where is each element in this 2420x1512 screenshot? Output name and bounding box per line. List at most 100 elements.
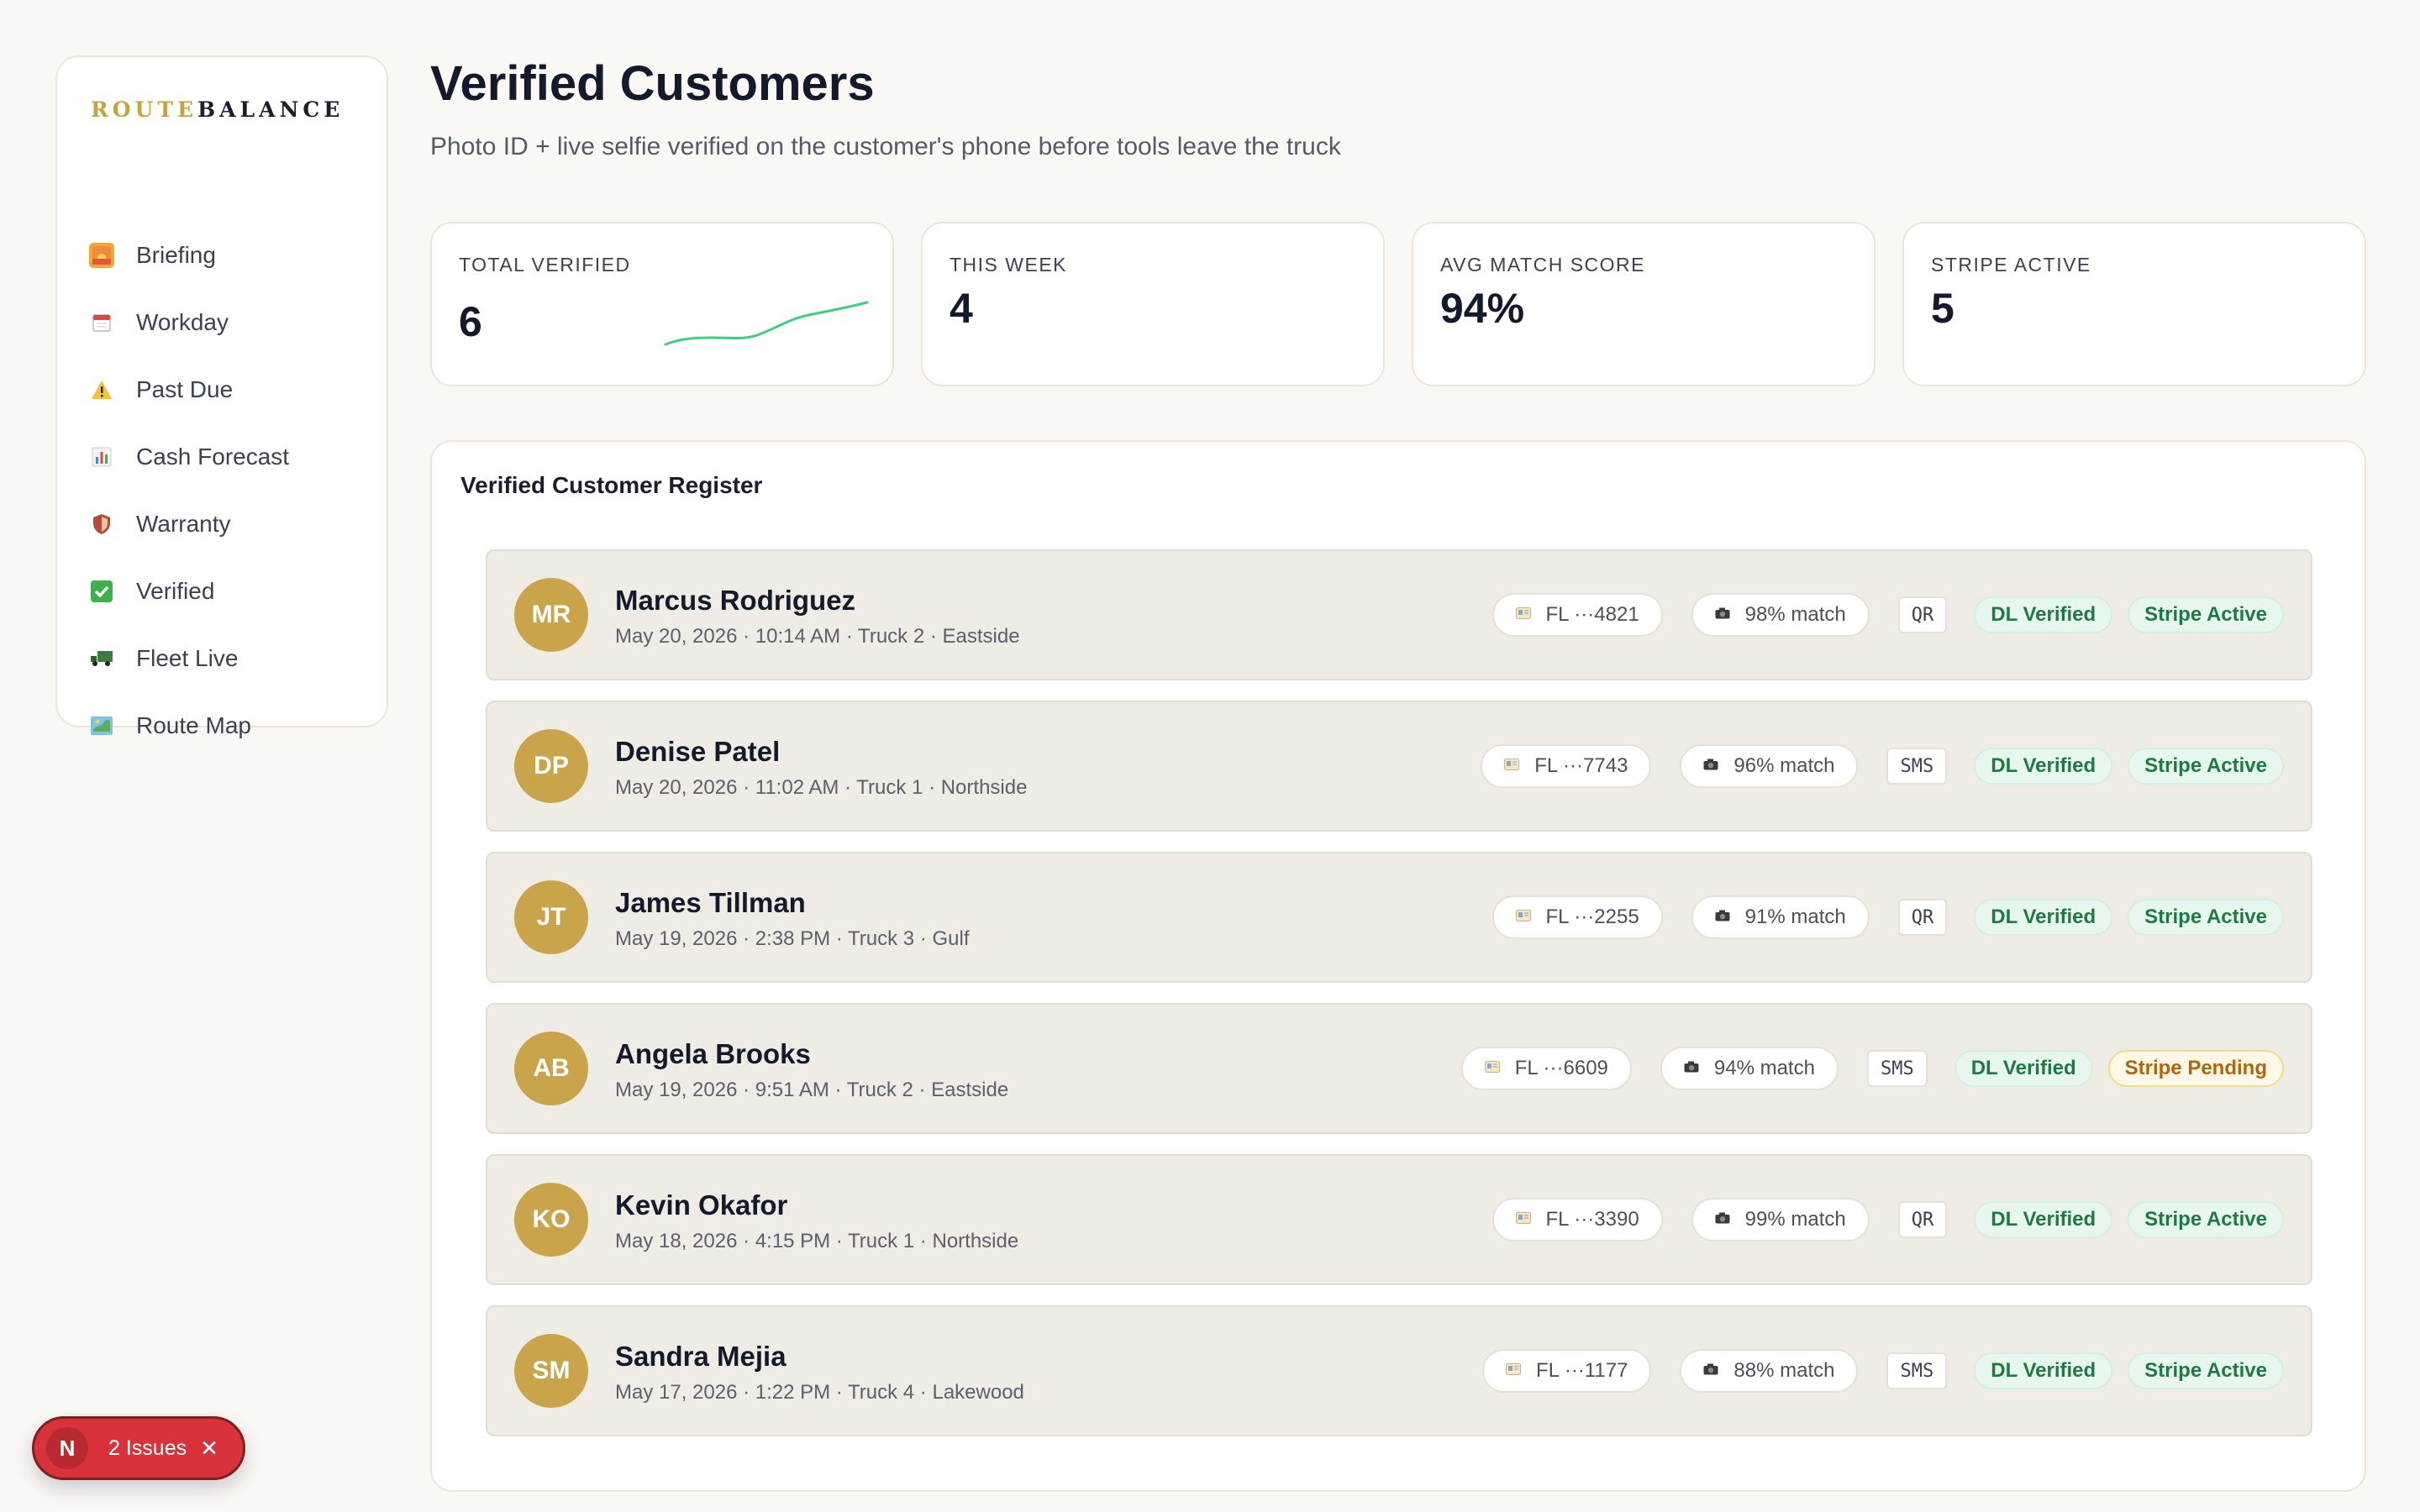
sidebar-item-label: Fleet Live: [136, 645, 239, 671]
customer-row[interactable]: JT James Tillman May 19, 2026 · 2:38 PM · …: [486, 852, 2312, 983]
camera-icon: [1703, 759, 1718, 774]
sidebar-item-label: Past Due: [136, 376, 234, 402]
method-tag: QR: [1897, 1201, 1948, 1238]
stat-card-avg-match-score: AVG MATCH SCORE 94%: [1412, 222, 1876, 386]
id-chip-label: FL ···7743: [1534, 754, 1628, 777]
camera-icon: [1715, 1212, 1730, 1228]
issues-count: 2 Issues: [108, 1436, 187, 1460]
issues-badge[interactable]: N 2 Issues ✕: [32, 1416, 245, 1480]
customer-meta: May 20, 2026 · 11:02 AM · Truck 1 · Nort…: [615, 776, 1028, 799]
bar-chart-icon: [89, 444, 114, 470]
avatar: KO: [514, 1183, 588, 1257]
id-card-icon: [1506, 1362, 1522, 1379]
method-tag: SMS: [1886, 1352, 1948, 1389]
stat-label: THIS WEEK: [950, 254, 1068, 276]
sidebar-item-route-map[interactable]: Route Map: [89, 692, 366, 759]
match-chip-label: 88% match: [1733, 1359, 1835, 1382]
dl-verified-badge: DL Verified: [1974, 899, 2113, 936]
id-card-icon: [1515, 1211, 1531, 1228]
match-chip-label: 94% match: [1713, 1057, 1815, 1079]
avatar: JT: [514, 880, 588, 954]
stat-label: AVG MATCH SCORE: [1440, 254, 1645, 276]
dl-verified-badge: DL Verified: [1974, 748, 2113, 785]
sidebar-item-verified[interactable]: Verified: [89, 558, 366, 625]
customer-row[interactable]: MR Marcus Rodriguez May 20, 2026 · 10:14 A…: [486, 549, 2312, 680]
sidebar-item-label: Verified: [136, 578, 215, 604]
sparkline-chart: [664, 301, 869, 346]
truck-icon: [89, 646, 114, 671]
avatar: DP: [514, 729, 588, 803]
sidebar-item-cash-forecast[interactable]: Cash Forecast: [89, 423, 366, 491]
customer-chips: FL ···3390 99% match QR DL Verified Stripe A…: [1491, 1198, 2284, 1242]
id-chip-label: FL ···2255: [1545, 906, 1639, 928]
warning-icon: [89, 377, 114, 402]
sidebar-item-past-due[interactable]: Past Due: [89, 356, 366, 423]
customer-chips: FL ···6609 94% match SMS DL Verified Stripe …: [1460, 1047, 2284, 1090]
sidebar-item-fleet-live[interactable]: Fleet Live: [89, 625, 366, 692]
customer-row[interactable]: SM Sandra Mejia May 17, 2026 · 1:22 PM · T…: [486, 1305, 2312, 1436]
id-card-icon: [1504, 758, 1520, 774]
customer-row[interactable]: KO Kevin Okafor May 18, 2026 · 4:15 PM · T…: [486, 1154, 2312, 1285]
match-chip-label: 99% match: [1744, 1208, 1846, 1231]
customer-name[interactable]: Sandra Mejia: [615, 1341, 786, 1373]
stat-card-total-verified: TOTAL VERIFIED 6: [430, 222, 894, 386]
id-card-icon: [1515, 909, 1531, 926]
match-chip-label: 96% match: [1733, 754, 1835, 777]
id-chip: FL ···1177: [1482, 1349, 1652, 1393]
close-icon[interactable]: ✕: [200, 1436, 218, 1462]
stripe-status-badge: Stripe Active: [2128, 1352, 2284, 1389]
customer-name[interactable]: James Tillman: [615, 887, 806, 919]
method-tag: SMS: [1866, 1050, 1928, 1087]
brand-logo-part1: ROUTE: [91, 97, 198, 122]
stat-card-stripe-active: STRIPE ACTIVE 5: [1902, 222, 2366, 386]
next-logo-icon: N: [46, 1427, 88, 1469]
sidebar-item-label: Route Map: [136, 712, 251, 738]
customer-name[interactable]: Angela Brooks: [615, 1038, 811, 1070]
dl-verified-badge: DL Verified: [1954, 1050, 2093, 1087]
stripe-status-badge: Stripe Pending: [2107, 1050, 2284, 1087]
sidebar-item-workday[interactable]: Workday: [89, 289, 366, 356]
dl-verified-badge: DL Verified: [1974, 1201, 2113, 1238]
stat-card-this-week: THIS WEEK 4: [921, 222, 1385, 386]
customer-meta: May 20, 2026 · 10:14 AM · Truck 2 · East…: [615, 625, 1020, 648]
customer-meta: May 17, 2026 · 1:22 PM · Truck 4 · Lakew…: [615, 1381, 1024, 1404]
sidebar: ROUTEBALANCE Briefing Workday Past Due C…: [55, 55, 388, 738]
sidebar-item-label: Briefing: [136, 242, 216, 268]
sparkline-line: [664, 301, 869, 346]
id-chip: FL ···6609: [1460, 1047, 1632, 1090]
method-tag: SMS: [1886, 748, 1948, 785]
customer-name[interactable]: Kevin Okafor: [615, 1189, 787, 1221]
check-box-icon: [89, 579, 114, 604]
stripe-status-badge: Stripe Active: [2128, 748, 2284, 785]
id-chip-label: FL ···4821: [1545, 603, 1639, 626]
id-chip-label: FL ···6609: [1514, 1057, 1608, 1079]
sidebar-item-warranty[interactable]: Warranty: [89, 491, 366, 558]
customer-name[interactable]: Marcus Rodriguez: [615, 585, 855, 617]
sidebar-nav: Briefing Workday Past Due Cash Forecast …: [89, 222, 366, 759]
id-chip: FL ···4821: [1491, 593, 1663, 637]
page-title: Verified Customers: [430, 56, 875, 111]
customer-row[interactable]: DP Denise Patel May 20, 2026 · 11:02 AM · …: [486, 701, 2312, 832]
customer-row[interactable]: AB Angela Brooks May 19, 2026 · 9:51 AM · …: [486, 1003, 2312, 1134]
stat-value: 94%: [1440, 285, 1525, 332]
avatar: SM: [514, 1334, 588, 1408]
customer-meta: May 19, 2026 · 2:38 PM · Truck 3 · Gulf: [615, 927, 970, 950]
match-chip: 99% match: [1691, 1198, 1870, 1242]
match-chip: 91% match: [1691, 895, 1870, 939]
brand-logo[interactable]: ROUTEBALANCE: [91, 97, 344, 122]
customer-chips: FL ···7743 96% match SMS DL Verified Stripe …: [1481, 744, 2284, 788]
map-icon: [89, 713, 114, 738]
sidebar-item-label: Warranty: [136, 511, 231, 537]
stripe-status-badge: Stripe Active: [2128, 1201, 2284, 1238]
method-tag: QR: [1897, 596, 1948, 633]
customer-name[interactable]: Denise Patel: [615, 736, 780, 768]
stripe-status-badge: Stripe Active: [2128, 596, 2284, 633]
camera-icon: [1715, 607, 1730, 623]
sidebar-item-briefing[interactable]: Briefing: [89, 222, 366, 289]
match-chip-label: 91% match: [1744, 906, 1846, 928]
customer-chips: FL ···4821 98% match QR DL Verified Stripe A…: [1491, 593, 2284, 637]
sunrise-icon: [89, 243, 114, 268]
customer-meta: May 18, 2026 · 4:15 PM · Truck 1 · North…: [615, 1230, 1019, 1252]
match-chip-label: 98% match: [1744, 603, 1846, 626]
camera-icon: [1715, 910, 1730, 926]
